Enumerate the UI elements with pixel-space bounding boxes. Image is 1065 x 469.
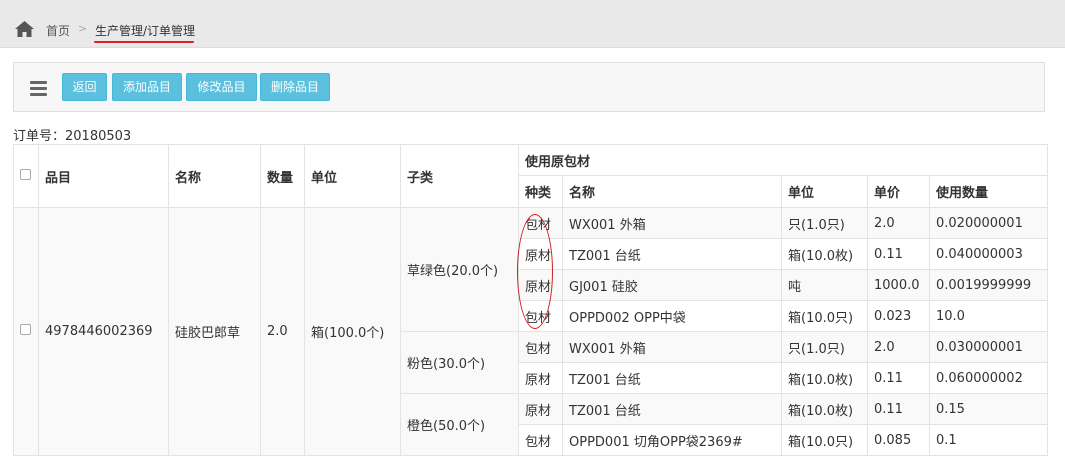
material-price: 2.0 xyxy=(867,331,930,363)
select-all-cell xyxy=(13,144,39,208)
header-qty: 数量 xyxy=(260,144,305,208)
material-name: GJ001 硅胶 xyxy=(562,269,782,301)
material-unit: 箱(10.0枚) xyxy=(781,238,868,270)
header-group-materials: 使用原包材 xyxy=(517,144,1049,176)
material-unit: 箱(10.0只) xyxy=(781,424,868,456)
material-kind: 包材 xyxy=(518,207,563,239)
material-name: TZ001 台纸 xyxy=(562,238,782,270)
header-material-unit: 单位 xyxy=(781,175,868,208)
delete-item-button[interactable]: 删除品目 xyxy=(260,73,330,101)
home-icon[interactable] xyxy=(15,21,34,37)
order-table: 品目 名称 数量 单位 子类 使用原包材 种类 名称 单位 单价 使用数量 49… xyxy=(13,144,1049,456)
table-row: 4978446002369 硅胶巴郎草 2.0 箱(100.0个) 草绿色(20… xyxy=(13,207,1049,456)
row-select-cell xyxy=(13,207,39,456)
header-material-name: 名称 xyxy=(562,175,782,208)
toolbar: 返回 添加品目 修改品目 删除品目 xyxy=(13,62,1045,112)
material-kind: 原材 xyxy=(518,362,563,394)
material-usage: 0.020000001 xyxy=(928,207,1049,239)
header-kind: 种类 xyxy=(518,175,563,208)
material-usage: 0.060000002 xyxy=(928,362,1049,394)
material-unit: 箱(10.0枚) xyxy=(781,393,868,425)
material-unit: 只(1.0只) xyxy=(781,331,868,363)
material-price: 0.11 xyxy=(867,362,930,394)
material-price: 0.085 xyxy=(867,424,930,456)
material-unit: 吨 xyxy=(781,269,868,301)
material-name: WX001 外箱 xyxy=(562,331,782,363)
material-price: 1000.0 xyxy=(867,269,930,301)
edit-item-button[interactable]: 修改品目 xyxy=(186,73,257,101)
material-unit: 只(1.0只) xyxy=(781,207,868,239)
header-usage: 使用数量 xyxy=(928,175,1049,208)
subtype-cell: 草绿色(20.0个) xyxy=(400,207,519,332)
material-usage: 0.040000003 xyxy=(928,238,1049,270)
header-name: 名称 xyxy=(168,144,261,208)
material-kind: 包材 xyxy=(518,331,563,363)
add-item-button[interactable]: 添加品目 xyxy=(112,73,182,101)
material-price: 0.11 xyxy=(867,393,930,425)
material-kind: 包材 xyxy=(518,424,563,456)
product-unit: 箱(100.0个) xyxy=(304,207,401,456)
material-usage: 0.030000001 xyxy=(928,331,1049,363)
order-number: 订单号：20180503 xyxy=(13,129,132,144)
menu-icon[interactable] xyxy=(30,81,47,97)
material-name: OPPD002 OPP中袋 xyxy=(562,300,782,332)
breadcrumb-separator: > xyxy=(78,22,88,35)
product-qty: 2.0 xyxy=(260,207,305,456)
breadcrumb-current[interactable]: 生产管理/订单管理 xyxy=(95,22,195,39)
product-name: 硅胶巴郎草 xyxy=(168,207,261,456)
material-kind: 原材 xyxy=(518,238,563,270)
material-kind: 原材 xyxy=(518,393,563,425)
product-item-code: 4978446002369 xyxy=(38,207,169,456)
material-price: 0.023 xyxy=(867,300,930,332)
material-usage: 0.1 xyxy=(928,424,1049,456)
material-usage: 0.15 xyxy=(928,393,1049,425)
header-subtype: 子类 xyxy=(400,144,519,208)
material-name: TZ001 台纸 xyxy=(562,393,782,425)
breadcrumb-home-link[interactable]: 首页 xyxy=(46,22,70,39)
header-unit: 单位 xyxy=(304,144,401,208)
breadcrumb-bar: 首页 > 生产管理/订单管理 xyxy=(0,0,1065,48)
material-name: OPPD001 切角OPP袋2369# xyxy=(562,424,782,456)
material-name: WX001 外箱 xyxy=(562,207,782,239)
material-usage: 10.0 xyxy=(928,300,1049,332)
material-kind: 包材 xyxy=(518,300,563,332)
header-item: 品目 xyxy=(38,144,169,208)
material-usage: 0.0019999999 xyxy=(928,269,1049,301)
back-button[interactable]: 返回 xyxy=(62,73,107,101)
select-all-checkbox[interactable] xyxy=(20,168,31,180)
material-unit: 箱(10.0只) xyxy=(781,300,868,332)
red-underline-annotation xyxy=(94,41,194,43)
subtype-cell: 粉色(30.0个) xyxy=(400,331,519,394)
material-price: 0.11 xyxy=(867,238,930,270)
material-kind: 原材 xyxy=(518,269,563,301)
row-checkbox[interactable] xyxy=(20,324,31,335)
header-price: 单价 xyxy=(867,175,930,208)
material-price: 2.0 xyxy=(867,207,930,239)
material-unit: 箱(10.0枚) xyxy=(781,362,868,394)
subtype-cell: 橙色(50.0个) xyxy=(400,393,519,456)
material-name: TZ001 台纸 xyxy=(562,362,782,394)
